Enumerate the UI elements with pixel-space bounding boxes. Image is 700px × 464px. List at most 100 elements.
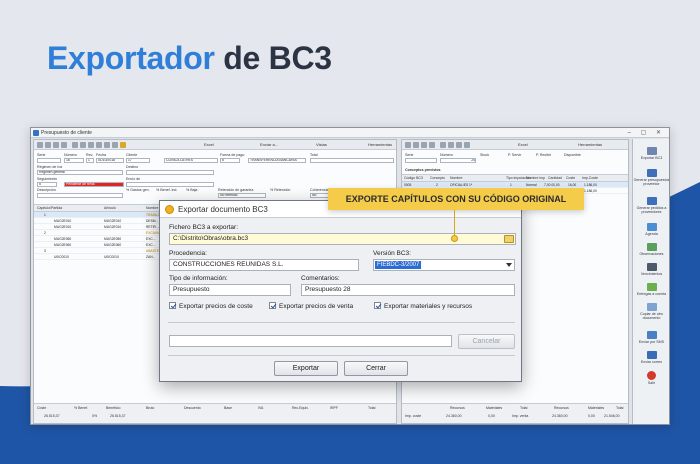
new-record-icon[interactable] (72, 142, 78, 148)
beneficio-value: 26.515,37 (110, 414, 126, 418)
serie-field[interactable] (37, 158, 61, 163)
sms-action[interactable]: Enviar por SMS (633, 331, 669, 344)
tipo-label: Tipo de información: (169, 275, 228, 282)
total-label: Total (310, 153, 318, 157)
envio-field[interactable] (126, 182, 214, 187)
cliente-field[interactable]: 17 (126, 158, 150, 163)
procedencia-input[interactable]: CONSTRUCCIONES REUNIDAS S.L. (169, 259, 359, 271)
filter-icon[interactable] (104, 142, 110, 148)
fichero-value: C:\Distrito\Obras\obra.bc3 (173, 235, 249, 242)
browse-folder-icon[interactable] (504, 235, 514, 243)
callout-pointer-line (454, 210, 455, 237)
col-codigo-bc3[interactable]: Código BC3 (404, 175, 423, 182)
rev-field[interactable]: 1 (86, 158, 94, 163)
tipo-input[interactable]: Presupuesto (169, 284, 291, 296)
gen-presupuestos-action[interactable]: Generar presupuestos proveedor (633, 169, 669, 186)
search-icon[interactable] (96, 142, 102, 148)
export-sale-checkbox[interactable]: Exportar precios de venta (269, 302, 353, 310)
comentarios-input[interactable]: Presupuesto 28 (301, 284, 515, 296)
descuento-label: Descuento (184, 406, 201, 410)
seguimiento-field[interactable]: 5 (37, 182, 57, 187)
search-concept-icon[interactable] (464, 142, 470, 148)
delete-concept-icon[interactable] (448, 142, 454, 148)
vencimientos-action[interactable]: Vencimientos (633, 263, 669, 276)
agenda-action[interactable]: Agenda (633, 223, 669, 236)
print-icon[interactable] (112, 142, 118, 148)
descripcion-field[interactable] (37, 193, 123, 198)
col-capitulo[interactable]: Capítulo/Partida (37, 205, 62, 212)
export-materials-checkbox[interactable]: Exportar materiales y recursos (374, 302, 472, 310)
procedencia-label: Procedencia: (169, 250, 207, 257)
export-progress-bar (169, 335, 452, 347)
p-servir-label: P. Servir (508, 153, 522, 157)
first-record-icon[interactable] (37, 142, 43, 148)
forma-pago-name-field[interactable]: TRANSFERENCIA BANCARIA (248, 158, 306, 163)
export-bc3-action[interactable]: Exportar BC3 (633, 147, 669, 160)
next-record-icon[interactable] (53, 142, 59, 148)
numero-field[interactable]: 16 (64, 158, 84, 163)
excel-button[interactable]: Excel (204, 140, 214, 150)
concepts-excel-button[interactable]: Excel (518, 140, 528, 150)
regimen-label: Régimen de iva (37, 165, 62, 169)
total-bottom-label: Total (368, 406, 376, 410)
email-action[interactable]: Enviar correo (633, 351, 669, 364)
copy-document-icon (646, 303, 657, 311)
email-icon (646, 351, 657, 359)
cerrar-button[interactable]: Cerrar (344, 361, 408, 376)
folder-icon[interactable] (120, 142, 126, 148)
views-button[interactable]: Vistas (316, 140, 327, 150)
prev-concept-icon[interactable] (413, 142, 419, 148)
first-concept-icon[interactable] (405, 142, 411, 148)
exportar-button[interactable]: Exportar (274, 361, 338, 376)
col-nombre-concepto[interactable]: Nombre (450, 175, 462, 182)
new-concept-icon[interactable] (440, 142, 446, 148)
next-concept-icon[interactable] (421, 142, 427, 148)
concepts-grid-header: Código BC3 Concepto Nombre Tipo imputaci… (402, 175, 628, 182)
forma-pago-field[interactable]: 6 (220, 158, 240, 163)
version-select[interactable]: FIEBDC-3/2007 (373, 259, 515, 271)
window-controls[interactable]: – ▢ ✕ (628, 128, 665, 138)
col-articulo[interactable]: Artículo (104, 205, 116, 212)
save-concept-icon[interactable] (456, 142, 462, 148)
save-record-icon[interactable] (88, 142, 94, 148)
delete-record-icon[interactable] (80, 142, 86, 148)
concepts-tools-button[interactable]: Herramientas (578, 140, 602, 150)
fecha-field[interactable]: 01/10/2018 (96, 158, 124, 163)
total-field (310, 158, 394, 163)
observaciones-action[interactable]: Observaciones (633, 243, 669, 256)
benef-pct-value: 0% (92, 414, 98, 418)
cliente-name-field[interactable]: CLINICA LATRES (164, 158, 218, 163)
entregas-action[interactable]: Entregas a cuenta (633, 283, 669, 296)
col-concepto[interactable]: Concepto (430, 175, 445, 182)
baja-label: % Baja (186, 188, 198, 192)
col-cantidad[interactable]: Cantidad (548, 175, 562, 182)
tools-button[interactable]: Herramientas (368, 140, 392, 150)
due-dates-icon (646, 263, 657, 271)
exit-action[interactable]: Salir (633, 371, 669, 385)
retencion-field[interactable]: No retenido (218, 193, 266, 198)
rserie-field[interactable] (405, 158, 437, 163)
export-bc3-dialog: Exportar documento BC3 Fichero BC3 a exp… (159, 200, 522, 382)
destino-field[interactable] (126, 170, 214, 175)
fichero-label: Fichero BC3 a exportar: (169, 224, 239, 231)
conceptos-label: Conceptos previstos (405, 168, 441, 172)
export-cost-checkbox[interactable]: Exportar precios de coste (169, 302, 253, 310)
send-to-button[interactable]: Enviar a... (260, 140, 278, 150)
col-coste[interactable]: Coste (566, 175, 575, 182)
last-record-icon[interactable] (61, 142, 67, 148)
rnumero-field[interactable]: 24 (440, 158, 476, 163)
last-concept-icon[interactable] (429, 142, 435, 148)
regimen-field[interactable]: Régimen general (37, 170, 123, 175)
prev-record-icon[interactable] (45, 142, 51, 148)
col-imp-coste[interactable]: Imp.Coste (582, 175, 598, 182)
feature-callout: EXPORTE CAPÍTULOS CON SU CÓDIGO ORIGINAL (328, 188, 584, 210)
fichero-input[interactable]: C:\Distrito\Obras\obra.bc3 (169, 233, 516, 245)
export-bc3-icon (646, 147, 657, 155)
col-nombre[interactable]: Nombre (146, 205, 158, 212)
cancel-progress-button[interactable]: Cancelar (458, 334, 515, 349)
copiar-action[interactable]: Copiar de otro documento (633, 303, 669, 320)
forma-pago-label: Forma de pago (220, 153, 245, 157)
col-nombre-imp[interactable]: Nombre imp (526, 175, 545, 182)
materiales-venta-value: 0,00 (588, 414, 595, 418)
gen-pedidos-action[interactable]: Generar pedidos a proveedores (633, 197, 669, 214)
